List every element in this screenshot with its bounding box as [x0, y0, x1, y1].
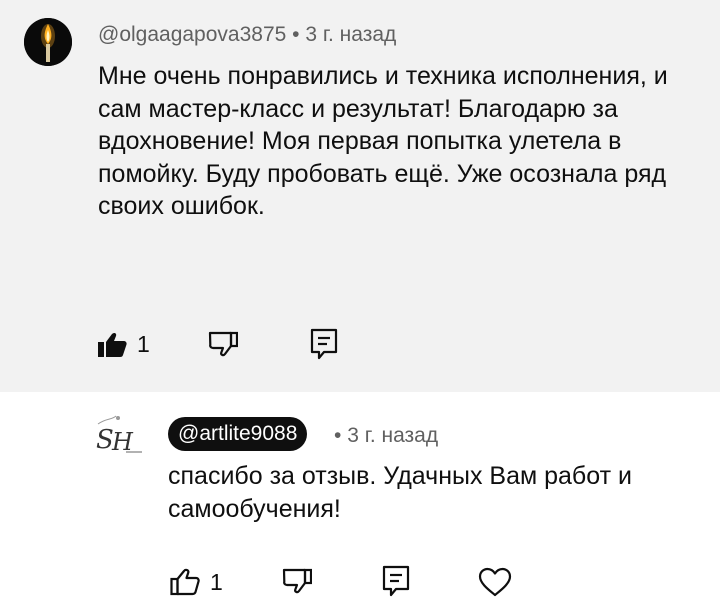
reply-button[interactable] — [310, 328, 338, 360]
reply-author-chip[interactable]: @artlite9088 — [168, 417, 308, 451]
reply-like-button[interactable]: 1 — [170, 568, 223, 596]
highlighted-comment: @olgaagapova3875 • 3 г. назад Мне очень … — [0, 0, 720, 392]
candle-avatar-icon — [24, 18, 72, 66]
reply-time[interactable]: 3 г. назад — [347, 424, 438, 447]
thumbs-up-filled-icon — [98, 332, 127, 357]
comment-time[interactable]: 3 г. назад — [305, 23, 396, 46]
reply-text: спасибо за отзыв. Удачных Вам работ и са… — [168, 462, 632, 523]
reply-like-count: 1 — [210, 568, 223, 595]
comment-text: Мне очень понравились и техника исполнен… — [98, 62, 668, 220]
meta-separator: • — [292, 23, 300, 46]
monogram-logo-icon: S H — [96, 415, 142, 456]
heart-icon — [478, 567, 512, 597]
comment-author[interactable]: @olgaagapova3875 — [98, 23, 286, 46]
comment-meta: @olgaagapova3875 • 3 г. назад — [98, 23, 396, 47]
like-count: 1 — [137, 331, 150, 357]
reply-dislike-button[interactable] — [282, 568, 312, 596]
dislike-button[interactable] — [208, 331, 238, 357]
reply-icon — [382, 565, 410, 597]
thumbs-down-icon — [282, 568, 312, 594]
thumbs-down-icon — [208, 331, 238, 357]
meta-separator: • — [334, 424, 342, 447]
like-button[interactable]: 1 — [97, 331, 150, 358]
reply-icon — [310, 328, 338, 360]
heart-button[interactable] — [478, 567, 512, 597]
thumbs-up-icon — [170, 568, 200, 596]
reply-meta: • 3 г. назад — [334, 424, 438, 448]
reply-avatar[interactable]: S H — [92, 408, 144, 460]
avatar[interactable] — [24, 18, 72, 66]
reply-reply-button[interactable] — [382, 565, 410, 597]
